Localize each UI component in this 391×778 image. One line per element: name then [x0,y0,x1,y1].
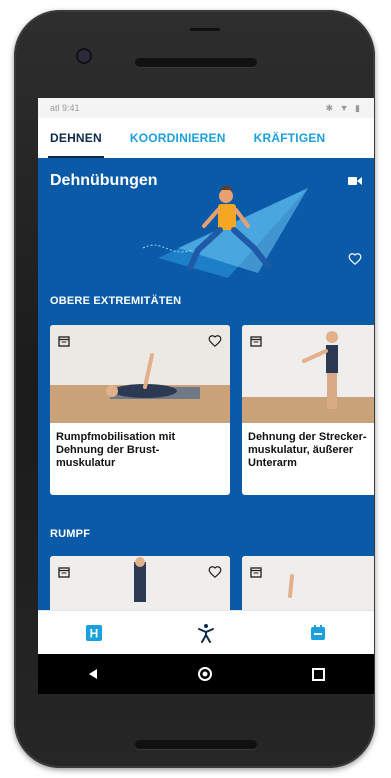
top-mark [190,28,220,31]
stretching-illustration [142,186,308,278]
calendar-icon [250,567,262,578]
nav-exercises[interactable] [192,619,220,647]
bottom-navigation: H [38,610,374,655]
exercise-card-dehnung-strecker[interactable]: Dehnung der Strecker- muskulatur, äußere… [242,325,374,495]
exercise-photo [50,325,230,423]
heart-outline-icon[interactable] [208,334,222,348]
android-navigation-bar [38,654,374,694]
calendar-icon [58,336,70,347]
earpiece-speaker [135,58,257,67]
section-label-obere: OBERE EXTREMITÄTEN [50,295,182,307]
section-label-rumpf: RUMPF [50,528,91,540]
exercise-card-title: Dehnung der Strecker- muskulatur, äußere… [248,431,367,469]
heart-outline-icon[interactable] [208,565,222,579]
status-bar: atl 9:41 ✱ ▼ ▮ [38,98,374,118]
recents-icon[interactable] [311,667,325,681]
heart-outline-icon[interactable] [348,252,362,266]
tab-kraeftigen[interactable]: KRÄFTIGEN [252,127,328,149]
exercise-card-rumpfmobilisation[interactable]: Rumpfmobilisation mit Dehnung der Brust-… [50,325,230,495]
exercise-photo [50,556,230,610]
back-icon[interactable] [87,668,99,680]
bottom-speaker [135,740,257,749]
videocam-icon[interactable] [348,176,362,186]
tab-bar: DEHNEN KOORDINIEREN KRÄFTIGEN [38,118,374,158]
calendar-icon [250,336,262,347]
exercise-content: Dehnübungen OBERE EXTREMITÄTEN Rumpfmobi… [38,158,374,610]
calendar-icon [58,567,70,578]
front-camera [78,50,90,62]
home-icon[interactable] [197,666,213,682]
status-signal-time: atl 9:41 [50,103,80,113]
nav-calendar[interactable] [304,619,332,647]
exercise-photo [242,556,374,610]
exercise-card-rumpf-2[interactable] [242,556,374,610]
calendar-icon [311,625,325,640]
nav-home[interactable]: H [80,619,108,647]
home-h-icon: H [86,625,102,641]
svg-text:H: H [90,627,99,641]
status-icons: ✱ ▼ ▮ [325,103,362,113]
phone-screen: atl 9:41 ✱ ▼ ▮ DEHNEN KOORDINIEREN KRÄFT… [38,98,374,694]
exercise-card-title: Rumpfmobilisation mit Dehnung der Brust-… [56,431,176,469]
exercise-figure-icon [198,624,214,643]
exercise-card-rumpf-1[interactable] [50,556,230,610]
tab-dehnen[interactable]: DEHNEN [48,127,104,158]
tab-koordinieren[interactable]: KOORDINIEREN [128,127,228,149]
